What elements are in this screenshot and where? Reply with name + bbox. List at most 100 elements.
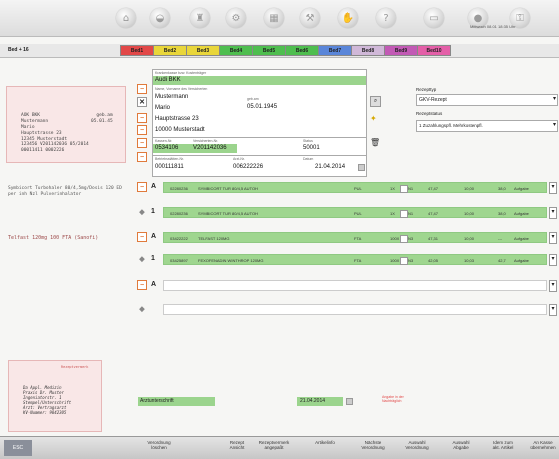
red-note: Angabe in der Nachträglich	[382, 395, 404, 403]
rezepttyp-select[interactable]: GKV-Rezept ▾	[416, 94, 558, 106]
move-row-icon[interactable]: ◆	[137, 254, 147, 264]
fkey-8[interactable]: Idem zum akt. Artikel	[484, 440, 522, 456]
medication-note-2: Telfast 120mg 100 FTA (Sanofi)	[8, 235, 99, 241]
orange-button-3[interactable]: −	[137, 125, 147, 135]
rezeptstatus-select[interactable]: 1 Zuzahlungspfl. Mehrkostenpfl. ▾	[416, 120, 558, 132]
medication-row[interactable]	[163, 304, 547, 315]
search-icon[interactable]: ⌕	[370, 96, 381, 107]
fkey-5[interactable]: Nächste Verordnung	[354, 440, 392, 456]
star-icon[interactable]: ✦	[370, 114, 379, 123]
chevron-down-icon[interactable]: ▾	[549, 254, 557, 266]
delete-row-button[interactable]: −	[137, 280, 147, 290]
orange-button-4[interactable]: −	[137, 138, 147, 148]
street[interactable]: Hauptstrasse 23	[155, 116, 199, 122]
tab-bed7[interactable]: Bed7	[318, 45, 352, 56]
row-p3: 38,0	[498, 211, 506, 216]
fkey-2[interactable]: Rezept Ansicht	[218, 440, 256, 456]
pill-icon[interactable]: ◒	[150, 8, 170, 28]
calendar-picker-icon[interactable]	[358, 164, 365, 171]
row-n: N3	[408, 236, 414, 241]
tab-bed2[interactable]: Bed2	[153, 45, 187, 56]
medication-note-1: Symbicort Turbohaler 80/4,5mg/Dosis 120 …	[8, 186, 122, 197]
esc-button[interactable]: ESC	[4, 440, 32, 456]
card-bottom-3: 00011411	[21, 148, 46, 153]
kasse-value: Audi BKK	[155, 77, 181, 83]
orange-button-5[interactable]: −	[137, 152, 147, 162]
kassennr-field[interactable]: 0534106 V201142036	[153, 144, 237, 153]
kasse-field[interactable]: Audi BKK	[153, 76, 366, 85]
delete-row-button[interactable]: −	[137, 182, 147, 192]
chevron-down-icon[interactable]: ▾	[549, 207, 557, 219]
row-p1: 47,47	[428, 211, 439, 216]
arzt-signature-field[interactable]: Arztunterschrift	[138, 397, 215, 406]
fkey-9[interactable]: An Kasse übernehmen	[524, 440, 559, 456]
qty-input[interactable]	[400, 235, 408, 243]
arzt-signature-label: Arztunterschrift	[140, 398, 174, 404]
medication-row[interactable]	[163, 280, 547, 291]
qty-input[interactable]	[400, 210, 408, 218]
medication-row[interactable]: 03425897 FEXOFENADIN WINTHROP 120MG FTA 100…	[163, 254, 547, 265]
tab-bed10[interactable]: Bed10	[417, 45, 451, 56]
tab-bed9[interactable]: Bed9	[384, 45, 418, 56]
hand-icon[interactable]: ✋	[338, 8, 358, 28]
delete-row-button[interactable]: −	[137, 232, 147, 242]
arzt-value[interactable]: 006222226	[233, 164, 263, 170]
versnr-value: V201142036	[193, 145, 227, 151]
city[interactable]: 10000 Musterstadt	[155, 127, 205, 133]
row-name: SYMBICORT TUR 80/4,5 AUTOH	[198, 211, 258, 216]
betrieb-value[interactable]: 000111811	[155, 164, 184, 170]
fkey-3[interactable]: Rezeptvermerk angepaßt	[255, 440, 293, 456]
fkey-4[interactable]: Artikelinfo	[306, 440, 344, 456]
qty-input[interactable]	[400, 257, 408, 265]
row-name: FEXOFENADIN WINTHROP 120MG	[198, 258, 264, 263]
monitor-icon[interactable]: ▭	[424, 8, 444, 28]
prescription-icon[interactable]: ♜	[190, 8, 210, 28]
medication-rows: − A 02280236 SYMBICORT TUR 80/4,5 AUTOH PUL 1…	[137, 182, 559, 372]
tab-bed3[interactable]: Bed3	[186, 45, 220, 56]
chevron-down-icon[interactable]: ▾	[549, 182, 557, 194]
orange-minus-button[interactable]: −	[137, 84, 147, 94]
tab-bed4[interactable]: Bed4	[219, 45, 253, 56]
row-p3: 42,7	[498, 258, 506, 263]
calendar-icon[interactable]: ▦	[264, 8, 284, 28]
medication-row[interactable]: 02280236 SYMBICORT TUR 80/4,5 AUTOH PUL 1X N…	[163, 207, 547, 218]
row-p3: ---	[498, 236, 502, 241]
chevron-down-icon[interactable]: ▾	[549, 280, 557, 292]
tab-bed8[interactable]: Bed8	[351, 45, 385, 56]
row-n: N1	[408, 211, 414, 216]
trash-icon[interactable]: 🗑	[370, 138, 380, 147]
medication-row[interactable]: 02280236 SYMBICORT TUR 80/4,5 AUTOH PUL 1X N…	[163, 182, 547, 193]
move-row-icon[interactable]: ◆	[137, 304, 147, 314]
fkey-line: Artikelinfo	[315, 440, 335, 445]
fkey-1[interactable]: Verordnung löschen	[140, 440, 178, 456]
tab-bed1[interactable]: Bed1	[120, 45, 154, 56]
tab-bed6[interactable]: Bed6	[285, 45, 319, 56]
status-value[interactable]: 50001	[303, 145, 320, 151]
chevron-down-icon[interactable]: ▾	[549, 304, 557, 316]
settings-icon[interactable]: ⚙	[226, 8, 246, 28]
fkey-6[interactable]: Auswahl Verordnung	[398, 440, 436, 456]
lastname[interactable]: Mustermann	[155, 94, 188, 100]
orange-button-2[interactable]: −	[137, 113, 147, 123]
tools-icon[interactable]: ⚒	[300, 8, 320, 28]
card-bottom-1: V201142036	[39, 142, 70, 147]
datum-value[interactable]: 21.04.2014	[315, 164, 345, 170]
tab-bed5[interactable]: Bed5	[252, 45, 286, 56]
chevron-down-icon[interactable]: ▾	[549, 232, 557, 244]
card-bottom-0: 123456	[21, 142, 40, 147]
medication-row[interactable]: 03422222 TELFAST 120MG FTA 100X N3 47,31 10,00…	[163, 232, 547, 243]
home-icon[interactable]: ⌂	[116, 8, 136, 28]
qty-input[interactable]	[400, 185, 408, 193]
status-label: Status	[303, 139, 313, 143]
calendar-picker-icon[interactable]	[346, 398, 353, 405]
fkey-line: Abgabe	[453, 445, 469, 450]
firstname[interactable]: Mario	[155, 105, 170, 111]
help-icon[interactable]: ?	[376, 8, 396, 28]
bottom-date-field[interactable]: 21.04.2014	[297, 397, 343, 406]
kassennr-value: 0534106	[155, 145, 179, 151]
move-row-icon[interactable]: ◆	[137, 207, 147, 217]
row-p1: 42,05	[428, 258, 439, 263]
fkey-7[interactable]: Auswahl Abgabe	[442, 440, 480, 456]
dob-value[interactable]: 05.01.1945	[247, 104, 277, 110]
cancel-x-button[interactable]: ✕	[137, 97, 147, 107]
